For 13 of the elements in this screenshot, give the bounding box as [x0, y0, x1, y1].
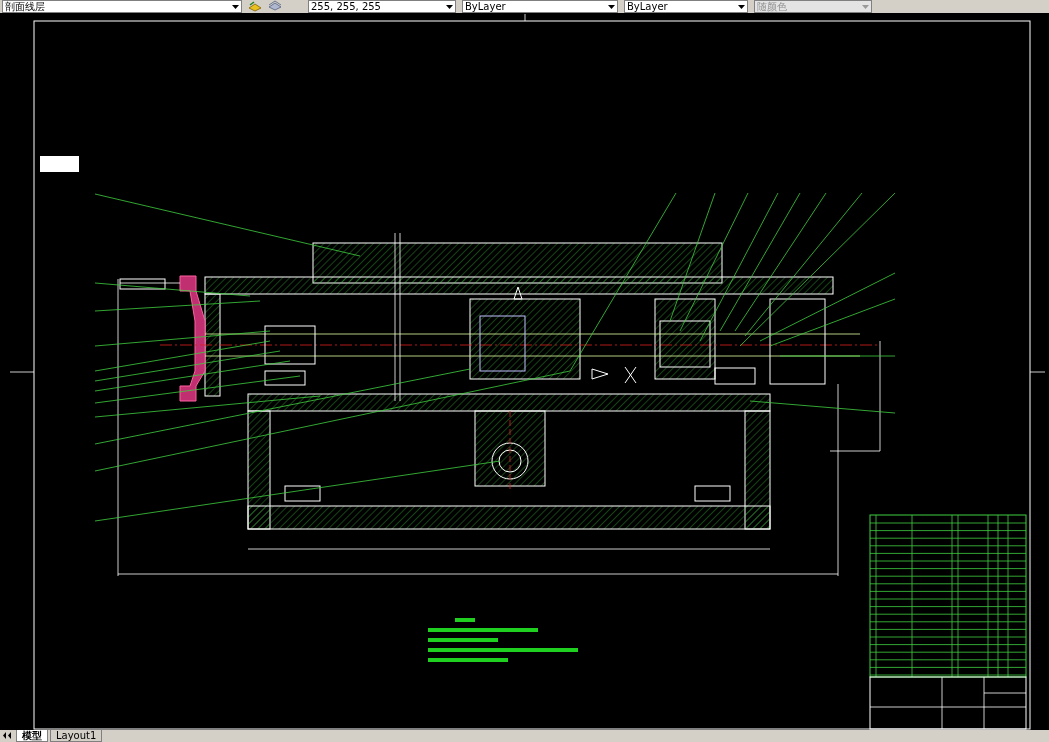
layer-stack-icon[interactable] [268, 0, 282, 13]
linetype-dropdown[interactable]: ByLayer [462, 0, 618, 13]
caret-icon [738, 4, 745, 9]
caret-icon [608, 4, 615, 9]
color-dropdown[interactable]: 255, 255, 255 [308, 0, 456, 13]
lineweight-dropdown[interactable]: ByLayer [624, 0, 748, 13]
layout-tab[interactable]: 模型 [16, 730, 48, 742]
caret-icon [862, 4, 869, 9]
caret-icon [232, 4, 239, 9]
layer-dropdown[interactable]: 剖面线层 [2, 0, 242, 13]
layers-icon[interactable] [248, 0, 262, 13]
layout-tab[interactable]: Layout1 [50, 730, 103, 742]
caret-icon [446, 4, 453, 9]
